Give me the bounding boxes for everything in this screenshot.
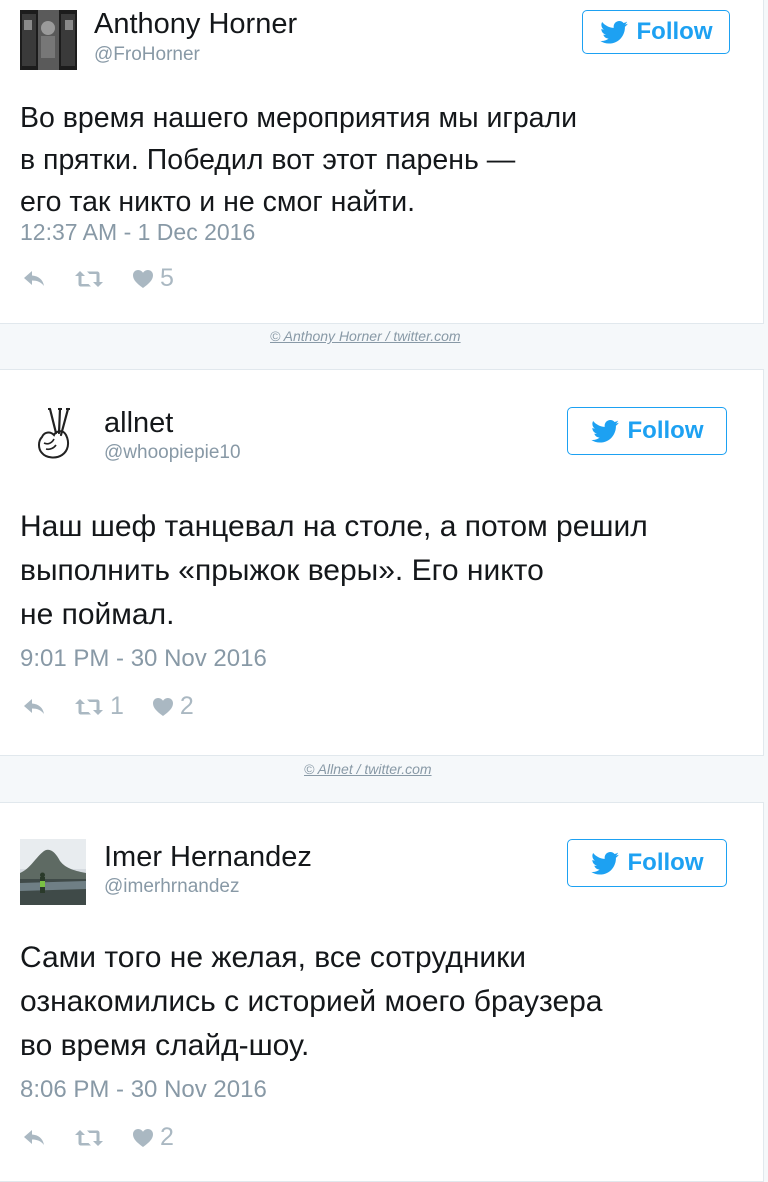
tweet-text-line: во время слайд-шоу. [20,1029,310,1062]
user-handle[interactable]: @imerhrnandez [104,876,239,898]
reply-button[interactable] [22,1129,46,1147]
reply-icon [24,270,44,286]
tweet-text: Наш шеф танцевал на столе, а потом решил… [20,505,720,637]
follow-button[interactable]: Follow [582,10,730,54]
heart-icon [152,697,173,716]
follow-label: Follow [627,417,704,444]
user-name[interactable]: Anthony Horner [94,8,297,41]
follow-button[interactable]: Follow [567,407,727,455]
retweet-button[interactable]: 1 [74,692,124,721]
tweet-text-line: Наш шеф танцевал на столе, а потом решил [20,510,648,543]
twitter-bird-icon [599,20,628,44]
retweet-button[interactable] [74,269,104,289]
tweet-card: allnet @whoopiepie10 Follow Наш шеф танц… [0,369,764,756]
retweet-icon [75,698,103,715]
like-count: 2 [160,1123,174,1151]
twitter-bird-icon [590,851,619,875]
reply-icon [24,698,44,714]
retweet-button[interactable] [74,1128,104,1148]
reply-icon [24,1129,44,1145]
like-button[interactable]: 2 [132,1123,174,1152]
retweet-icon [75,270,103,287]
avatar[interactable] [20,839,86,905]
retweet-icon [75,1129,103,1146]
tweet-actions: 1 2 [22,692,222,721]
like-button[interactable]: 5 [132,264,174,293]
follow-label: Follow [636,18,713,45]
tweet-text-line: выполнить «прыжок веры». Его никто [20,554,544,587]
tweet-text: Во время нашего мероприятия мы играли в … [20,97,720,223]
user-handle[interactable]: @whoopiepie10 [104,442,241,464]
tweet-actions: 5 [22,264,202,293]
tweet-text: Сами того не желая, все сотрудники ознак… [20,936,720,1068]
twitter-bird-icon [590,419,619,443]
retweet-count: 1 [110,692,124,720]
tweet-text-line: его так никто и не смог найти. [20,186,416,218]
user-handle[interactable]: @FroHorner [94,44,200,66]
user-name[interactable]: allnet [104,407,173,440]
reply-button[interactable] [22,698,46,716]
avatar[interactable] [30,403,80,463]
image-credit[interactable]: © Anthony Horner / twitter.com [270,328,461,344]
tweet-card: Imer Hernandez @imerhrnandez Follow Сами… [0,802,764,1182]
reply-button[interactable] [22,270,46,288]
tweet-text-line: в прятки. Победил вот этот парень — [20,144,516,176]
avatar[interactable] [20,10,77,70]
like-count: 5 [160,264,174,292]
image-credit[interactable]: © Allnet / twitter.com [304,761,432,777]
tweet-text-line: не поймал. [20,598,175,631]
heart-icon [133,269,153,288]
tweet-text-line: ознакомились с историей моего браузера [20,985,603,1018]
timestamp[interactable]: 12:37 AM - 1 Dec 2016 [20,219,255,246]
tweet-actions: 2 [22,1123,202,1152]
tweet-card: Anthony Horner @FroHorner Follow Во врем… [0,0,764,324]
tweet-text-line: Во время нашего мероприятия мы играли [20,102,578,134]
user-name[interactable]: Imer Hernandez [104,841,312,874]
tweet-text-line: Сами того не желая, все сотрудники [20,941,527,974]
timestamp[interactable]: 8:06 PM - 30 Nov 2016 [20,1076,267,1104]
like-button[interactable]: 2 [152,692,194,721]
timestamp[interactable]: 9:01 PM - 30 Nov 2016 [20,645,267,673]
heart-icon [133,1128,153,1147]
follow-button[interactable]: Follow [567,839,727,887]
follow-label: Follow [627,849,704,876]
like-count: 2 [179,692,194,720]
